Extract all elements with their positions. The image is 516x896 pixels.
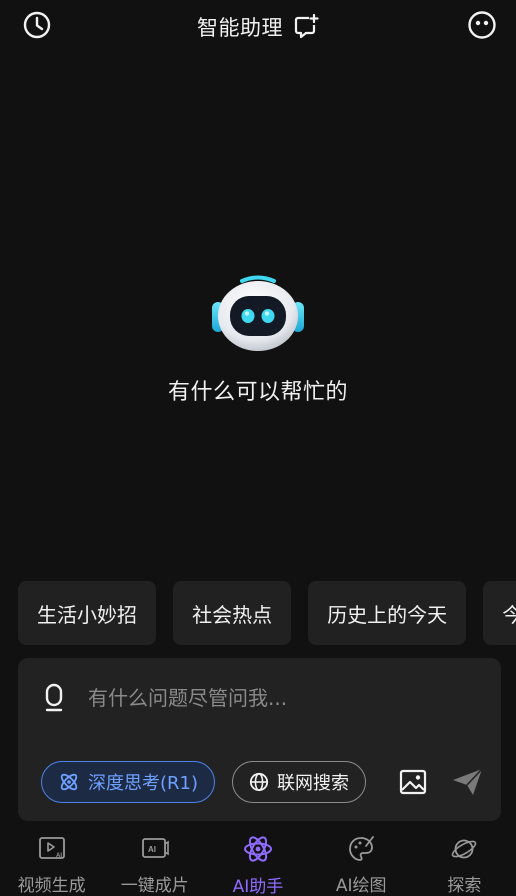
greeting-text: 有什么可以帮忙的: [167, 380, 348, 405]
message-input[interactable]: [88, 680, 478, 716]
microphone-icon: [45, 683, 63, 712]
tab-one-click-film[interactable]: AI 一键成片: [103, 826, 206, 896]
top-bar: 智能助理: [0, 0, 516, 52]
svg-text:AI: AI: [148, 845, 156, 854]
tab-ai-drawing[interactable]: AI绘图: [310, 826, 413, 896]
voice-input-button[interactable]: [42, 682, 66, 714]
web-search-toggle[interactable]: 联网搜索: [232, 761, 366, 803]
suggestion-chip[interactable]: 历史上的今天: [308, 581, 467, 645]
robot-mascot-icon: [212, 275, 304, 351]
deep-think-toggle[interactable]: 深度思考(R1): [41, 761, 216, 803]
svg-text:AI: AI: [56, 853, 62, 859]
tab-label: AI绘图: [335, 876, 387, 896]
suggestion-chip[interactable]: 生活小妙招: [18, 581, 156, 645]
robot-face-icon: [468, 11, 496, 39]
image-upload-icon[interactable]: [399, 768, 427, 796]
video-generate-icon: AI: [38, 836, 65, 859]
profile-button[interactable]: [466, 9, 498, 41]
web-search-label: 联网搜索: [277, 773, 349, 794]
message-composer: 深度思考(R1) 联网搜索: [18, 658, 501, 821]
send-icon[interactable]: [451, 766, 485, 798]
page-title: 智能助理: [197, 16, 283, 40]
welcome-hero: 有什么可以帮忙的: [0, 274, 516, 406]
tab-ai-assistant[interactable]: AI助手: [206, 826, 309, 896]
tab-label: 探索: [447, 876, 482, 896]
tab-label: 视频生成: [17, 876, 86, 896]
palette-icon: [349, 835, 375, 861]
globe-icon: [249, 772, 269, 792]
deep-think-label: 深度思考(R1): [88, 773, 199, 794]
tab-label: 一键成片: [120, 876, 189, 896]
atom-icon: [60, 773, 78, 791]
planet-icon: [452, 839, 477, 858]
title-group: 智能助理: [0, 12, 516, 42]
atom-icon: [243, 836, 272, 862]
tab-label: AI助手: [232, 877, 284, 896]
suggestion-chip[interactable]: 社会热点: [173, 581, 292, 645]
tab-video-generate[interactable]: AI 视频生成: [0, 826, 103, 896]
tab-explore[interactable]: 探索: [413, 826, 516, 896]
bottom-tab-bar: AI 视频生成 AI 一键成片 AI助手 AI绘图 探索: [0, 826, 516, 896]
suggestion-chips: 生活小妙招 社会热点 历史上的今天 今日运势: [18, 581, 516, 645]
suggestion-chip[interactable]: 今日运势: [483, 581, 516, 645]
ai-film-icon: AI: [141, 837, 169, 858]
new-chat-icon[interactable]: [293, 14, 319, 40]
